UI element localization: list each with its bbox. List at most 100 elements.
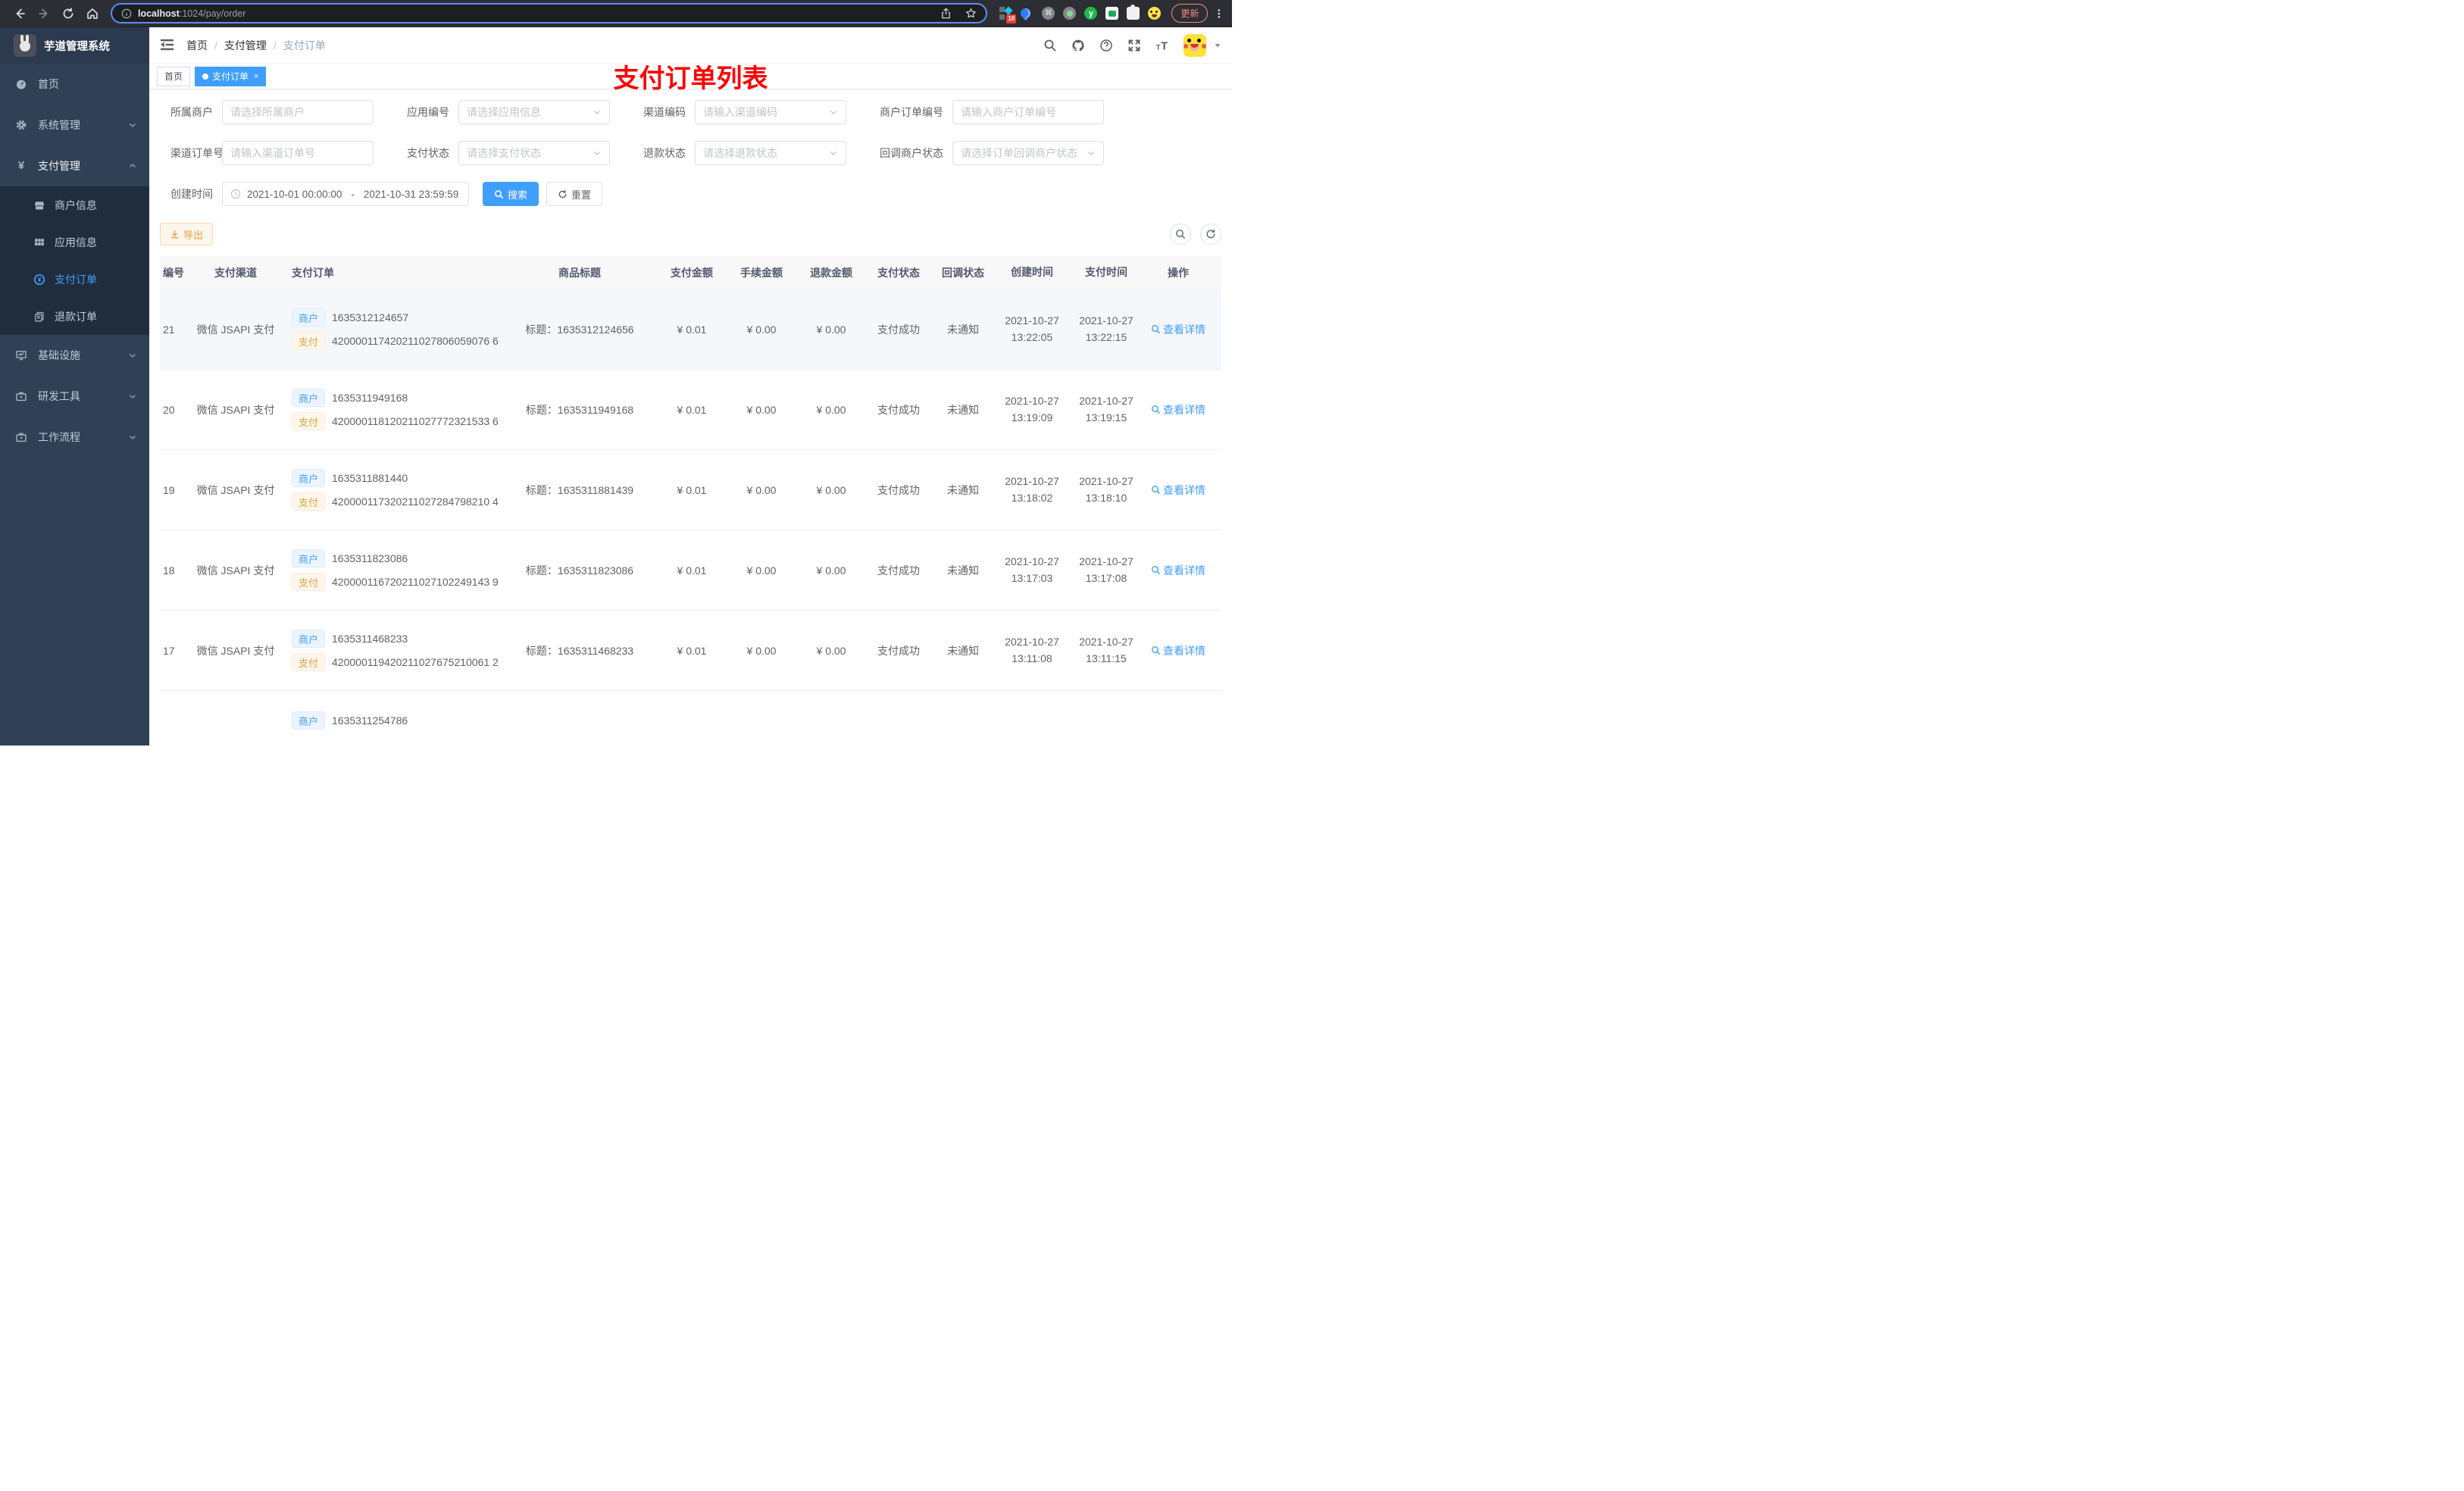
cell-channel: 微信 JSAPI 支付 (196, 644, 275, 657)
sidebar-item-pay-order[interactable]: ¥ 支付订单 (0, 261, 149, 298)
y-extension-icon[interactable]: y (1084, 7, 1098, 20)
create-time-range-picker[interactable]: 2021-10-01 00:00:00 - 2021-10-31 23:59:5… (222, 182, 469, 206)
forward-icon[interactable] (37, 7, 51, 20)
user-avatar[interactable] (1184, 33, 1206, 57)
pay-submenu: 商户信息 应用信息 ¥ 支付订单 退款订单 (0, 186, 149, 335)
emoji-extension-icon[interactable] (1148, 7, 1162, 20)
callback-status-input[interactable] (961, 147, 1082, 159)
dot-extension-icon[interactable] (1063, 7, 1077, 20)
sidebar-item-app-info[interactable]: 应用信息 (0, 223, 149, 261)
tab-home[interactable]: 首页 (157, 66, 191, 86)
app-no-select[interactable] (458, 100, 610, 124)
callback-status-select[interactable] (952, 141, 1104, 165)
export-button[interactable]: 导出 (160, 223, 214, 245)
view-detail-link[interactable]: 查看详情 (1151, 402, 1205, 417)
pay-status-select[interactable] (458, 141, 610, 165)
reload-icon[interactable] (61, 7, 75, 20)
table-row[interactable]: 17 微信 JSAPI 支付 商户 1635311468233 支付 4200001… (160, 611, 1221, 691)
page-title: 支付订单列表 (613, 64, 768, 93)
search-button[interactable]: 搜索 (483, 182, 539, 206)
address-bar[interactable]: localhost:1024/pay/order (111, 3, 988, 23)
sidebar-item-system[interactable]: 系统管理 (0, 105, 149, 145)
col-actions: 操作 (1168, 267, 1189, 279)
cell-order: 商户 1635311823086 支付 4200001167202110271022… (281, 544, 502, 596)
app-no-input[interactable] (467, 106, 588, 118)
channel-order-no-field[interactable] (222, 141, 374, 165)
github-icon[interactable] (1071, 39, 1085, 52)
sidebar-item-merchant-info[interactable]: 商户信息 (0, 186, 149, 223)
cell-title: 标题：1635311881439 (525, 483, 634, 496)
share-icon[interactable] (940, 8, 952, 19)
breadcrumb-home[interactable]: 首页 (186, 38, 208, 53)
close-tab-icon[interactable]: × (254, 72, 258, 81)
merchant-order-no: 1635312124657 (332, 311, 409, 324)
breadcrumb-pay[interactable]: 支付管理 (224, 38, 267, 53)
channel-code-select[interactable] (695, 100, 846, 124)
pin-extension-icon[interactable] (1018, 6, 1033, 20)
table-row[interactable]: 18 微信 JSAPI 支付 商户 1635311823086 支付 4200001… (160, 530, 1221, 611)
tab-pay-order[interactable]: 支付订单 × (195, 66, 267, 86)
view-detail-link[interactable]: 查看详情 (1151, 483, 1205, 498)
table-row[interactable]: 商户 1635311254786 (160, 691, 1221, 746)
col-fee: 手续金额 (740, 267, 783, 279)
sidebar-item-pay[interactable]: ¥ 支付管理 (0, 145, 149, 186)
browser-update-button[interactable]: 更新 (1171, 4, 1209, 23)
home-icon[interactable] (86, 7, 99, 20)
cell-channel: 微信 JSAPI 支付 (196, 403, 275, 416)
cell-fee: ¥ 0.00 (746, 483, 777, 496)
view-detail-link[interactable]: 查看详情 (1151, 322, 1205, 337)
avatar-caret-icon[interactable] (1214, 42, 1221, 49)
sidebar-item-dev-tools[interactable]: 研发工具 (0, 376, 149, 417)
sidebar-item-label: 退款订单 (55, 310, 97, 323)
puzzle-extensions-icon[interactable] (1127, 5, 1140, 20)
site-info-icon[interactable] (121, 8, 132, 19)
channel-order-no-input[interactable] (230, 147, 365, 159)
sidebar-item-label: 支付订单 (55, 273, 97, 286)
url-text[interactable]: localhost:1024/pay/order (138, 8, 245, 19)
cell-order: 商户 1635312124657 支付 4200001174202110278060… (281, 303, 502, 355)
bookmark-star-icon[interactable] (965, 8, 977, 19)
table-row[interactable]: 21 微信 JSAPI 支付 商户 1635312124657 支付 4200001… (160, 289, 1221, 370)
merchant-order-no-field[interactable] (952, 100, 1104, 124)
back-icon[interactable] (13, 7, 27, 20)
merchant-input[interactable] (230, 106, 365, 118)
cell-fee: ¥ 0.00 (746, 564, 777, 577)
yen-circle-icon: ¥ (33, 274, 45, 285)
cell-create-time: 2021-10-27 13:18:02 (1005, 474, 1059, 504)
search-icon[interactable] (1043, 39, 1057, 52)
sidebar-item-refund-order[interactable]: 退款订单 (0, 298, 149, 335)
col-order: 支付订单 (292, 267, 334, 279)
cell-channel: 微信 JSAPI 支付 (196, 483, 275, 496)
refresh-table-button[interactable] (1200, 223, 1221, 245)
channel-code-input[interactable] (703, 106, 824, 118)
browser-menu-icon[interactable] (1214, 8, 1224, 19)
cell-notify-status: 未通知 (947, 483, 979, 496)
date-range-start[interactable]: 2021-10-01 00:00:00 (247, 189, 342, 200)
command-extension-icon[interactable]: ⌘ (1042, 7, 1055, 20)
refund-status-select[interactable] (695, 141, 846, 165)
help-icon[interactable] (1099, 39, 1113, 52)
merchant-order-no-input[interactable] (961, 106, 1096, 118)
table-row[interactable]: 20 微信 JSAPI 支付 商户 1635311949168 支付 4200001… (160, 370, 1221, 450)
view-detail-link[interactable]: 查看详情 (1151, 563, 1205, 578)
pay-status-input[interactable] (467, 147, 588, 159)
sidebar-item-infra[interactable]: 基础设施 (0, 335, 149, 376)
merchant-select[interactable] (222, 100, 374, 124)
font-size-icon[interactable]: TT (1155, 39, 1169, 52)
date-range-end[interactable]: 2021-10-31 23:59:59 (364, 189, 458, 200)
sidebar-item-workflow[interactable]: 工作流程 (0, 417, 149, 458)
sidebar-collapse-icon[interactable] (160, 39, 174, 52)
refund-status-input[interactable] (703, 147, 824, 159)
reset-button[interactable]: 重置 (546, 182, 603, 206)
table-row[interactable]: 19 微信 JSAPI 支付 商户 1635311881440 支付 4200001… (160, 450, 1221, 530)
chat-extension-icon[interactable] (1105, 7, 1119, 20)
pay-order-no: 420000116720211027102249143 9 (332, 576, 499, 588)
sidebar-item-label: 商户信息 (55, 198, 97, 211)
tab-group-extension-icon[interactable]: 10 (999, 6, 1017, 23)
fullscreen-icon[interactable] (1127, 39, 1141, 52)
sidebar-item-home[interactable]: 首页 (0, 64, 149, 105)
toggle-search-button[interactable] (1170, 223, 1191, 245)
view-detail-link[interactable]: 查看详情 (1151, 643, 1205, 658)
app-logo[interactable]: 芋道管理系统 (0, 27, 149, 64)
chevron-down-icon (130, 436, 136, 439)
